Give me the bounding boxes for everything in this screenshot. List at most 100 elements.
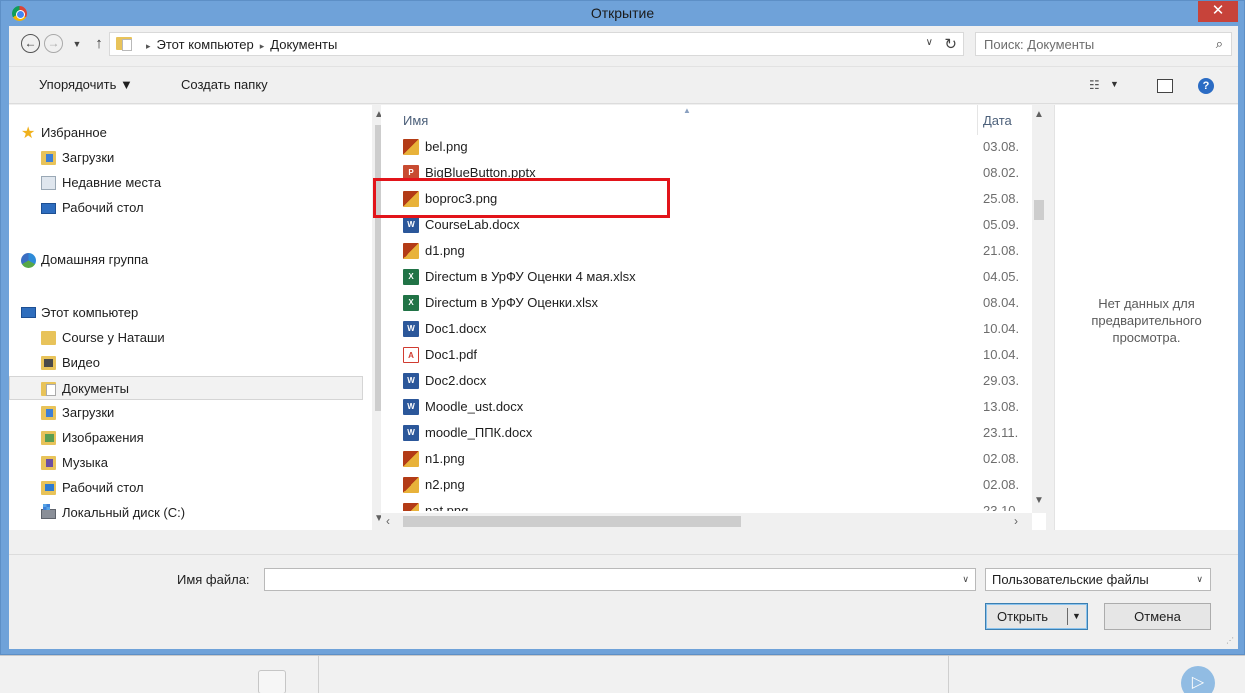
xlsx-file-icon: X: [403, 295, 419, 311]
docx-file-icon: W: [403, 399, 419, 415]
file-row[interactable]: bel.png 03.08.: [381, 134, 1031, 160]
file-row[interactable]: X Directum в УрФУ Оценки.xlsx 08.04.: [381, 290, 1031, 316]
file-list-horizontal-scrollbar[interactable]: ‹ ›: [381, 513, 1032, 530]
cancel-button[interactable]: Отмена: [1104, 603, 1211, 630]
file-date: 25.08.: [983, 191, 1020, 206]
sidebar-item-course[interactable]: Course у Наташи: [9, 326, 363, 350]
file-row[interactable]: W Doc1.docx 10.04.: [381, 316, 1031, 342]
breadcrumb-item-documents[interactable]: Документы: [270, 37, 337, 52]
file-date: 04.05.: [983, 269, 1020, 284]
scroll-up-icon[interactable]: ▲: [1034, 109, 1044, 120]
file-row[interactable]: W Moodle_ust.docx 13.08.: [381, 394, 1031, 420]
file-date: 21.08.: [983, 243, 1020, 258]
breadcrumb-separator-icon: ▸: [146, 41, 151, 51]
sidebar-item-label: Видео: [62, 355, 100, 370]
sidebar-item-documents[interactable]: Документы: [9, 376, 363, 400]
sidebar-item-favorites[interactable]: ★ Избранное: [9, 121, 363, 145]
file-row[interactable]: n2.png 02.08.: [381, 472, 1031, 498]
sidebar-item-label: Избранное: [41, 125, 107, 140]
search-input[interactable]: Поиск: Документы ⌕: [975, 32, 1232, 56]
file-date: 10.04.: [983, 347, 1020, 362]
file-row[interactable]: n1.png 02.08.: [381, 446, 1031, 472]
help-icon[interactable]: ?: [1198, 78, 1214, 94]
file-name: moodle_ППК.docx: [425, 425, 533, 440]
column-header-name[interactable]: Имя: [403, 113, 428, 128]
file-row[interactable]: A Doc1.pdf 10.04.: [381, 342, 1031, 368]
file-row[interactable]: X Directum в УрФУ Оценки 4 мая.xlsx 04.05.: [381, 264, 1031, 290]
sidebar-item-recent-places[interactable]: Недавние места: [9, 171, 363, 195]
file-name: Directum в УрФУ Оценки.xlsx: [425, 295, 598, 310]
refresh-button[interactable]: ↻: [944, 35, 957, 53]
file-type-select[interactable]: Пользовательские файлы ∨: [985, 568, 1211, 591]
breadcrumb: ▸ Этот компьютер ▸ Документы: [140, 37, 337, 52]
file-name: Doc1.pdf: [425, 347, 478, 362]
search-icon: ⌕: [1215, 36, 1223, 51]
file-list-vertical-scrollbar[interactable]: ▲ ▼: [1032, 105, 1046, 513]
forward-button[interactable]: →: [44, 34, 63, 53]
docx-file-icon: W: [403, 217, 419, 233]
docx-file-icon: W: [403, 373, 419, 389]
preview-message: Нет данных для предварительного просмотр…: [1091, 296, 1202, 345]
column-header-date[interactable]: Дата: [983, 113, 1012, 128]
sidebar-item-downloads[interactable]: Загрузки: [9, 146, 363, 170]
split-divider: [1067, 608, 1068, 625]
scroll-right-icon[interactable]: ›: [1014, 514, 1018, 528]
background-divider: [948, 656, 949, 693]
column-divider[interactable]: [977, 105, 978, 135]
search-placeholder: Поиск: Документы: [984, 37, 1095, 52]
sidebar-item-videos[interactable]: Видео: [9, 351, 363, 375]
preview-pane-button[interactable]: [1157, 79, 1173, 93]
scrollbar-thumb[interactable]: [403, 516, 741, 527]
sidebar-item-this-pc[interactable]: Этот компьютер: [9, 301, 363, 325]
file-row[interactable]: Wmoodle_ППК.docx 23.11.: [381, 420, 1031, 446]
sidebar-item-pictures[interactable]: Изображения: [9, 426, 363, 450]
sidebar-item-music[interactable]: Музыка: [9, 451, 363, 475]
background-eye-button: [258, 670, 286, 693]
sidebar-item-homegroup[interactable]: Домашняя группа: [9, 248, 363, 272]
file-date: 29.03.: [983, 373, 1020, 388]
file-type-value: Пользовательские файлы: [992, 572, 1149, 587]
desktop-folder-icon: [41, 481, 56, 495]
local-disk-icon: [41, 504, 56, 519]
recent-locations-dropdown[interactable]: ▼: [67, 34, 87, 54]
organize-button[interactable]: Упорядочить ▼: [39, 77, 133, 92]
sidebar-item-local-disk[interactable]: Локальный диск (C:): [9, 501, 363, 525]
file-date: 23.10.: [983, 503, 1020, 511]
file-row[interactable]: W Doc2.docx 29.03.: [381, 368, 1031, 394]
file-name: nat.png: [425, 503, 469, 511]
up-folder-button[interactable]: ↑: [89, 34, 109, 54]
png-file-icon: [403, 503, 419, 511]
sidebar-item-downloads-2[interactable]: Загрузки: [9, 401, 363, 425]
view-dropdown-icon[interactable]: ▼: [1110, 79, 1119, 89]
sidebar-item-label: Домашняя группа: [41, 252, 149, 267]
sidebar-item-label: Рабочий стол: [62, 480, 144, 495]
filename-label: Имя файла:: [177, 572, 250, 587]
back-button[interactable]: ←: [21, 34, 40, 53]
chevron-down-icon[interactable]: ∨: [926, 37, 933, 48]
address-bar[interactable]: ▸ Этот компьютер ▸ Документы ∨ ↻: [109, 32, 964, 56]
chevron-down-icon[interactable]: ∨: [962, 574, 969, 585]
file-row[interactable]: nat.png 23.10.: [381, 498, 1031, 511]
navigation-pane: ★ Избранное Загрузки Недавние места Рабо…: [9, 105, 388, 530]
scroll-left-icon[interactable]: ‹: [386, 514, 390, 528]
file-name: Moodle_ust.docx: [425, 399, 524, 414]
breadcrumb-item-computer[interactable]: Этот компьютер: [157, 37, 254, 52]
file-row[interactable]: d1.png 21.08.: [381, 238, 1031, 264]
sidebar-item-label: Недавние места: [62, 175, 162, 190]
resize-grip-icon[interactable]: ⋰: [1226, 636, 1234, 645]
highlight-annotation-box: [373, 178, 670, 218]
filename-input[interactable]: ∨: [264, 568, 976, 591]
view-options-icon[interactable]: ☷: [1089, 78, 1105, 92]
sidebar-item-label: Локальный диск (C:): [62, 505, 186, 520]
file-date: 03.08.: [983, 139, 1020, 154]
scrollbar-thumb[interactable]: [1034, 200, 1044, 220]
open-options-dropdown-icon[interactable]: ▼: [1072, 611, 1081, 621]
sidebar-item-label: Изображения: [62, 430, 144, 445]
scroll-down-icon[interactable]: ▼: [1034, 495, 1044, 506]
file-date: 05.09.: [983, 217, 1020, 232]
downloads-folder-icon: [41, 151, 56, 165]
sidebar-item-desktop[interactable]: Рабочий стол: [9, 196, 363, 220]
open-button[interactable]: Открыть ▼: [985, 603, 1088, 630]
new-folder-button[interactable]: Создать папку: [181, 77, 268, 92]
sidebar-item-desktop-2[interactable]: Рабочий стол: [9, 476, 363, 500]
